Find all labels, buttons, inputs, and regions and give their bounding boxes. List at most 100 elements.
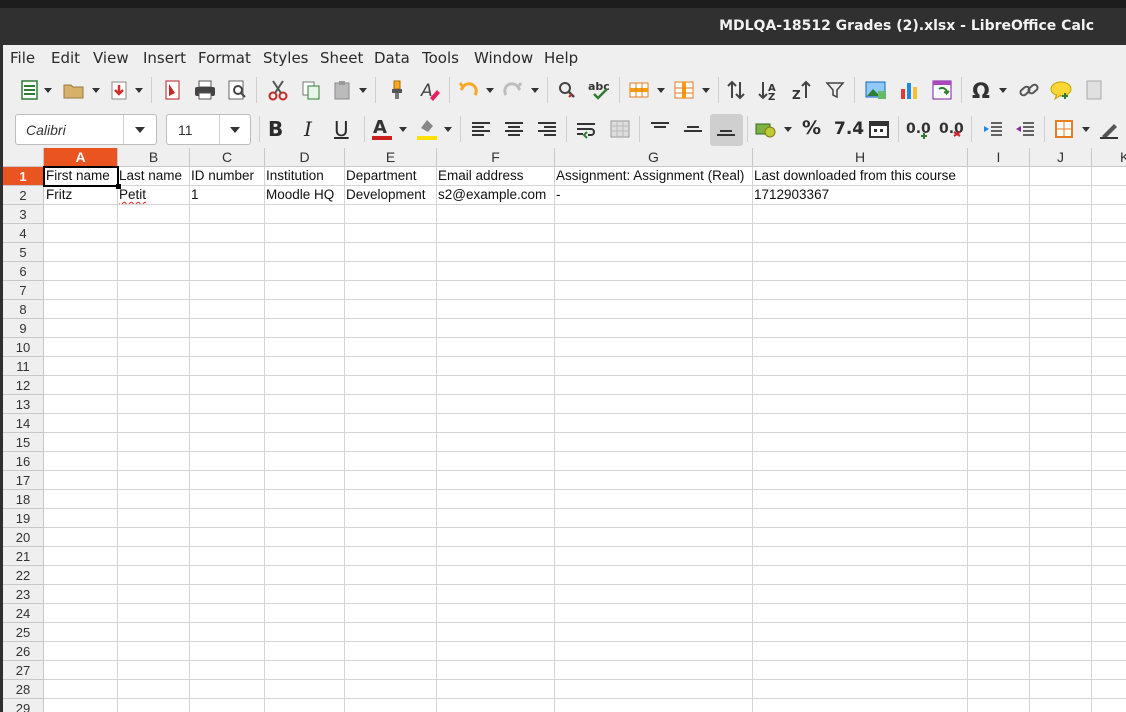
cell-h1[interactable]: Last downloaded from this course bbox=[752, 167, 967, 185]
menu-window[interactable]: Window bbox=[474, 49, 533, 67]
menu-insert[interactable]: Insert bbox=[143, 49, 186, 67]
cell-d1[interactable]: Institution bbox=[264, 167, 344, 185]
increase-indent-icon[interactable] bbox=[980, 116, 1006, 142]
row-header-11[interactable]: 11 bbox=[3, 357, 44, 376]
row-header-2[interactable]: 2 bbox=[3, 186, 44, 205]
add-decimal-icon[interactable]: 0.0 bbox=[906, 116, 932, 142]
cell-b1[interactable]: Last name bbox=[117, 167, 189, 185]
decrease-indent-icon[interactable] bbox=[1012, 116, 1038, 142]
font-size-dropdown-icon[interactable] bbox=[219, 115, 250, 144]
center-vertically-icon[interactable] bbox=[680, 116, 706, 142]
align-top-icon[interactable] bbox=[647, 116, 673, 142]
row-header-9[interactable]: 9 bbox=[3, 319, 44, 338]
clear-formatting-icon[interactable]: A bbox=[417, 77, 443, 103]
menu-sheet[interactable]: Sheet bbox=[320, 49, 363, 67]
font-color-dropdown-icon[interactable] bbox=[399, 116, 407, 142]
column-header-b[interactable]: B bbox=[118, 148, 190, 167]
sort-ascending-icon[interactable]: AZ bbox=[756, 77, 782, 103]
row-dropdown-icon[interactable] bbox=[657, 77, 665, 103]
column-header-f[interactable]: F bbox=[437, 148, 555, 167]
menu-data[interactable]: Data bbox=[374, 49, 410, 67]
special-character-icon[interactable]: Ω bbox=[968, 77, 994, 103]
column-dropdown-icon[interactable] bbox=[702, 77, 710, 103]
row-header-26[interactable]: 26 bbox=[3, 642, 44, 661]
autofilter-icon[interactable] bbox=[822, 77, 848, 103]
column-header-g[interactable]: G bbox=[555, 148, 753, 167]
cell-g2[interactable]: - bbox=[554, 186, 752, 204]
italic-button[interactable]: I bbox=[304, 117, 312, 141]
row-header-12[interactable]: 12 bbox=[3, 376, 44, 395]
cell-f1[interactable]: Email address bbox=[436, 167, 554, 185]
new-dropdown-icon[interactable] bbox=[44, 77, 52, 103]
column-header-k[interactable]: K bbox=[1092, 148, 1126, 167]
column-icon[interactable] bbox=[671, 77, 697, 103]
merge-cells-icon[interactable] bbox=[607, 116, 633, 142]
percent-format-button[interactable]: % bbox=[802, 117, 821, 139]
row-header-25[interactable]: 25 bbox=[3, 623, 44, 642]
menu-tools[interactable]: Tools bbox=[422, 49, 459, 67]
cell-e2[interactable]: Development bbox=[344, 186, 436, 204]
row-header-16[interactable]: 16 bbox=[3, 452, 44, 471]
cut-icon[interactable] bbox=[265, 77, 291, 103]
bold-button[interactable]: B bbox=[268, 117, 283, 141]
spreadsheet-grid[interactable]: A B C D E F G H I J K 1 2 3 4 5 6 7 8 9 10 11 12 13 1… bbox=[3, 148, 1126, 712]
font-color-icon[interactable]: A bbox=[369, 116, 395, 142]
sort-icon[interactable] bbox=[723, 77, 749, 103]
row-header-14[interactable]: 14 bbox=[3, 414, 44, 433]
row-header-29[interactable]: 29 bbox=[3, 699, 44, 712]
row-header-15[interactable]: 15 bbox=[3, 433, 44, 452]
highlight-dropdown-icon[interactable] bbox=[444, 116, 452, 142]
column-header-e[interactable]: E bbox=[345, 148, 437, 167]
cell-c1[interactable]: ID number bbox=[189, 167, 264, 185]
print-preview-icon[interactable] bbox=[224, 77, 250, 103]
currency-dropdown-icon[interactable] bbox=[784, 116, 792, 142]
cell-c2[interactable]: 1 bbox=[189, 186, 264, 204]
row-icon[interactable] bbox=[626, 77, 652, 103]
cell-h2[interactable]: 1712903367 bbox=[752, 186, 967, 204]
menu-format[interactable]: Format bbox=[198, 49, 251, 67]
row-header-6[interactable]: 6 bbox=[3, 262, 44, 281]
open-dropdown-icon[interactable] bbox=[92, 77, 100, 103]
align-right-icon[interactable] bbox=[534, 116, 560, 142]
row-header-27[interactable]: 27 bbox=[3, 661, 44, 680]
row-header-20[interactable]: 20 bbox=[3, 528, 44, 547]
menu-edit[interactable]: Edit bbox=[51, 49, 80, 67]
column-header-d[interactable]: D bbox=[265, 148, 345, 167]
redo-icon[interactable] bbox=[500, 77, 526, 103]
cell-e1[interactable]: Department bbox=[344, 167, 436, 185]
menu-view[interactable]: View bbox=[93, 49, 129, 67]
new-document-icon[interactable] bbox=[17, 77, 43, 103]
row-header-1[interactable]: 1 bbox=[3, 167, 44, 186]
font-size-box[interactable]: 11 bbox=[166, 114, 251, 145]
menu-help[interactable]: Help bbox=[544, 49, 578, 67]
align-left-icon[interactable] bbox=[468, 116, 494, 142]
delete-decimal-icon[interactable]: 0.0 bbox=[939, 116, 965, 142]
align-bottom-icon[interactable] bbox=[713, 116, 739, 142]
pivot-table-icon[interactable] bbox=[929, 77, 955, 103]
font-name-box[interactable]: Calibri bbox=[15, 114, 157, 145]
row-header-7[interactable]: 7 bbox=[3, 281, 44, 300]
save-icon[interactable] bbox=[106, 77, 132, 103]
highlight-color-icon[interactable] bbox=[414, 116, 440, 142]
spelling-icon[interactable]: abc bbox=[587, 77, 613, 103]
insert-image-icon[interactable] bbox=[863, 77, 889, 103]
menu-styles[interactable]: Styles bbox=[263, 49, 309, 67]
find-replace-icon[interactable] bbox=[554, 77, 580, 103]
save-dropdown-icon[interactable] bbox=[135, 77, 143, 103]
wrap-text-icon[interactable] bbox=[574, 116, 600, 142]
menu-file[interactable]: File bbox=[10, 49, 35, 67]
row-header-3[interactable]: 3 bbox=[3, 205, 44, 224]
hyperlink-icon[interactable] bbox=[1016, 77, 1042, 103]
borders-dropdown-icon[interactable] bbox=[1082, 116, 1090, 142]
redo-dropdown-icon[interactable] bbox=[531, 77, 539, 103]
date-format-icon[interactable] bbox=[866, 116, 892, 142]
row-header-19[interactable]: 19 bbox=[3, 509, 44, 528]
paste-icon[interactable] bbox=[329, 77, 355, 103]
row-header-13[interactable]: 13 bbox=[3, 395, 44, 414]
row-header-24[interactable]: 24 bbox=[3, 604, 44, 623]
align-center-icon[interactable] bbox=[501, 116, 527, 142]
sort-descending-icon[interactable]: Z bbox=[789, 77, 815, 103]
column-header-a[interactable]: A bbox=[44, 148, 118, 167]
column-header-h[interactable]: H bbox=[753, 148, 968, 167]
cell-b2[interactable]: Petit bbox=[117, 186, 189, 204]
